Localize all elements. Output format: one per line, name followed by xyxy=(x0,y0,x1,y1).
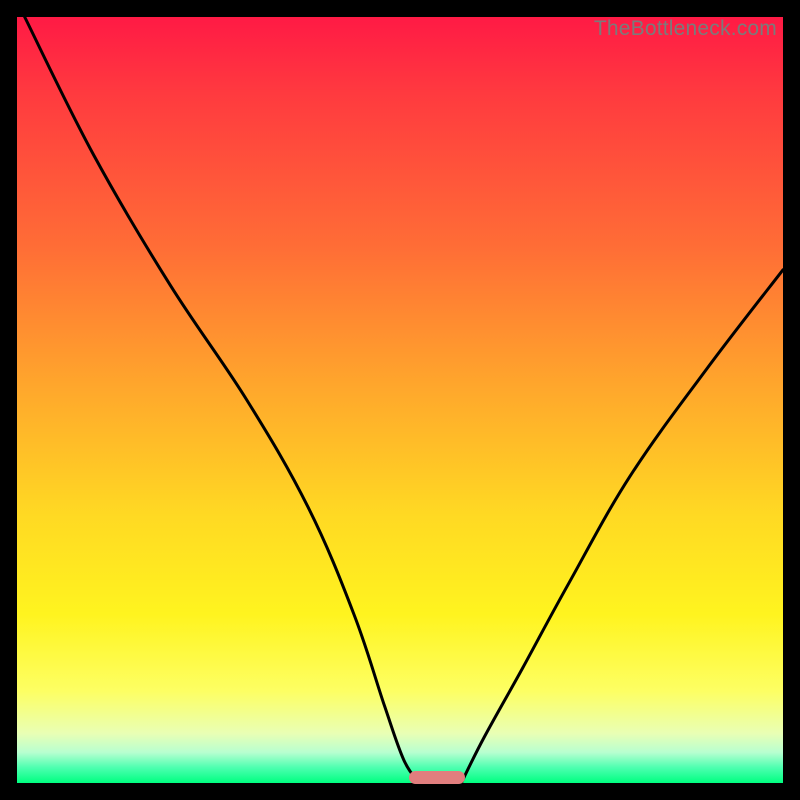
right-curve-path xyxy=(461,270,783,783)
bottleneck-marker xyxy=(409,771,465,784)
chart-frame: TheBottleneck.com xyxy=(0,0,800,800)
chart-lines xyxy=(17,17,783,783)
plot-area: TheBottleneck.com xyxy=(17,17,783,783)
left-curve-path xyxy=(25,17,420,783)
